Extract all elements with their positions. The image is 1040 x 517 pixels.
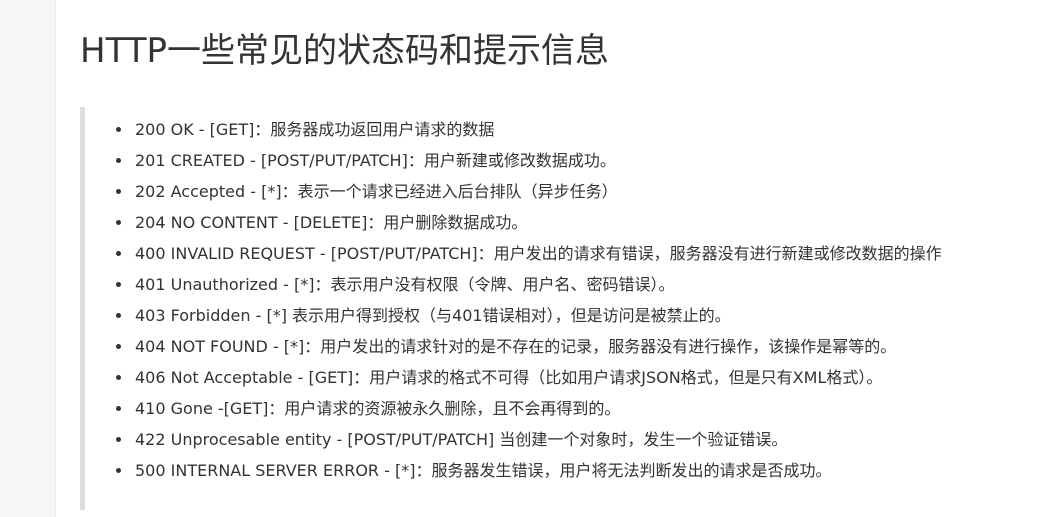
bullet-icon bbox=[116, 282, 121, 287]
list-item: 400 INVALID REQUEST - [POST/PUT/PATCH]：用… bbox=[110, 238, 942, 269]
list-item-text: 401 Unauthorized - [*]：表示用户没有权限（令牌、用户名、密… bbox=[135, 275, 675, 294]
list-item-text: 422 Unprocesable entity - [POST/PUT/PATC… bbox=[135, 430, 788, 449]
list-item: 500 INTERNAL SERVER ERROR - [*]：服务器发生错误，… bbox=[110, 455, 942, 486]
bullet-icon bbox=[116, 375, 121, 380]
list-item: 202 Accepted - [*]：表示一个请求已经进入后台排队（异步任务） bbox=[110, 176, 942, 207]
list-item-text: 200 OK - [GET]：服务器成功返回用户请求的数据 bbox=[135, 120, 495, 139]
bullet-icon bbox=[116, 437, 121, 442]
blockquote: 200 OK - [GET]：服务器成功返回用户请求的数据 201 CREATE… bbox=[80, 107, 1038, 510]
list-item-text: 400 INVALID REQUEST - [POST/PUT/PATCH]：用… bbox=[135, 244, 942, 263]
list-item: 404 NOT FOUND - [*]：用户发出的请求针对的是不存在的记录，服务… bbox=[110, 331, 942, 362]
bullet-icon bbox=[116, 313, 121, 318]
bullet-icon bbox=[116, 468, 121, 473]
list-item-text: 404 NOT FOUND - [*]：用户发出的请求针对的是不存在的记录，服务… bbox=[135, 337, 897, 356]
list-item: 401 Unauthorized - [*]：表示用户没有权限（令牌、用户名、密… bbox=[110, 269, 942, 300]
list-item-text: 201 CREATED - [POST/PUT/PATCH]：用户新建或修改数据… bbox=[135, 151, 616, 170]
list-item-text: 403 Forbidden - [*] 表示用户得到授权（与401错误相对），但… bbox=[135, 306, 731, 325]
bullet-icon bbox=[116, 127, 121, 132]
list-item: 200 OK - [GET]：服务器成功返回用户请求的数据 bbox=[110, 114, 942, 145]
list-item-text: 406 Not Acceptable - [GET]：用户请求的格式不可得（比如… bbox=[135, 368, 883, 387]
list-item: 204 NO CONTENT - [DELETE]：用户删除数据成功。 bbox=[110, 207, 942, 238]
list-item-text: 500 INTERNAL SERVER ERROR - [*]：服务器发生错误，… bbox=[135, 461, 832, 480]
bullet-icon bbox=[116, 220, 121, 225]
bullet-icon bbox=[116, 189, 121, 194]
list-item-text: 204 NO CONTENT - [DELETE]：用户删除数据成功。 bbox=[135, 213, 528, 232]
bullet-icon bbox=[116, 344, 121, 349]
list-item: 406 Not Acceptable - [GET]：用户请求的格式不可得（比如… bbox=[110, 362, 942, 393]
list-item-text: 410 Gone -[GET]：用户请求的资源被永久删除，且不会再得到的。 bbox=[135, 399, 621, 418]
list-item: 410 Gone -[GET]：用户请求的资源被永久删除，且不会再得到的。 bbox=[110, 393, 942, 424]
list-item: 422 Unprocesable entity - [POST/PUT/PATC… bbox=[110, 424, 942, 455]
page-title: HTTP一些常见的状态码和提示信息 bbox=[80, 31, 610, 71]
bullet-icon bbox=[116, 158, 121, 163]
left-gutter bbox=[0, 0, 56, 517]
status-code-list: 200 OK - [GET]：服务器成功返回用户请求的数据 201 CREATE… bbox=[110, 114, 942, 486]
list-item: 403 Forbidden - [*] 表示用户得到授权（与401错误相对），但… bbox=[110, 300, 942, 331]
list-item-text: 202 Accepted - [*]：表示一个请求已经进入后台排队（异步任务） bbox=[135, 182, 618, 201]
article-content: HTTP一些常见的状态码和提示信息 200 OK - [GET]：服务器成功返回… bbox=[56, 0, 1040, 517]
bullet-icon bbox=[116, 251, 121, 256]
bullet-icon bbox=[116, 406, 121, 411]
list-item: 201 CREATED - [POST/PUT/PATCH]：用户新建或修改数据… bbox=[110, 145, 942, 176]
